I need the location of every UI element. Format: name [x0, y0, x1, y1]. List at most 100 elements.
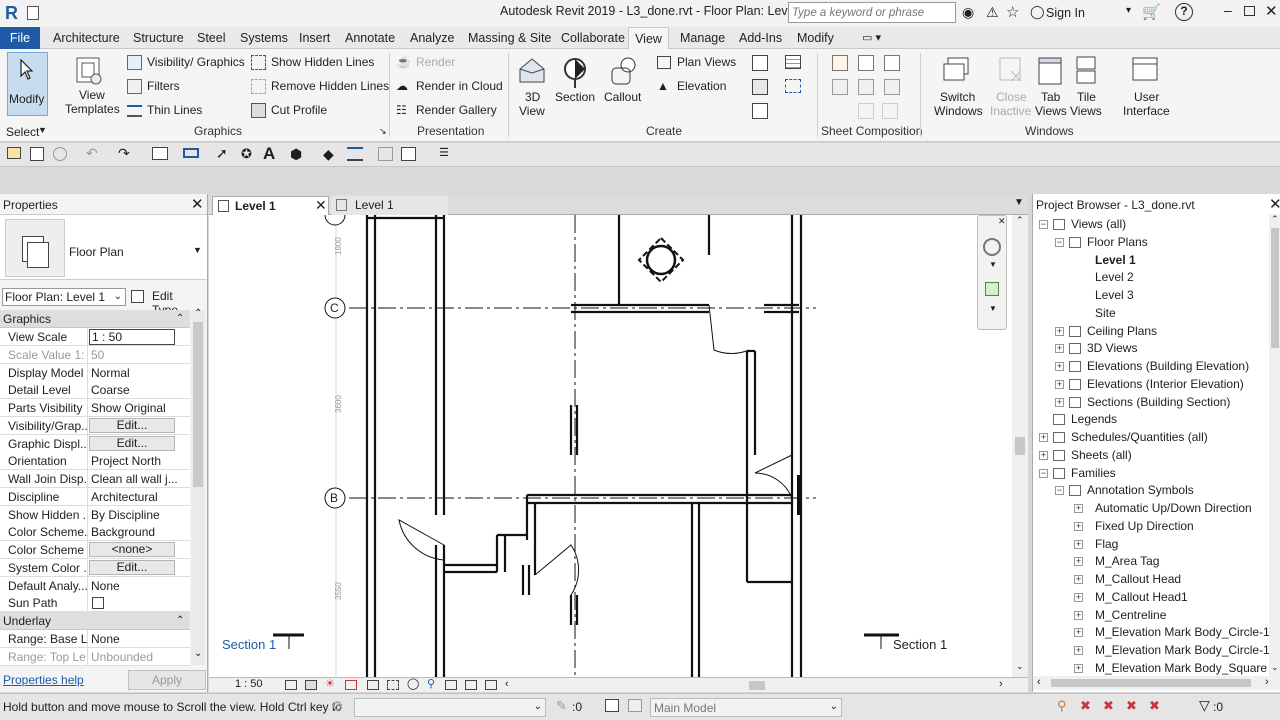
browser-item[interactable]: Automatic Up/Down Direction: [1095, 501, 1252, 515]
sign-in-link[interactable]: Sign In: [1046, 6, 1085, 20]
expand-icon[interactable]: +: [1039, 433, 1048, 442]
tile-views-button[interactable]: Tile Views: [1070, 52, 1102, 120]
property-value[interactable]: Normal: [89, 364, 189, 382]
collapse-icon[interactable]: −: [1039, 468, 1048, 478]
3d-view-button[interactable]: 3D View: [513, 52, 553, 120]
browser-item[interactable]: Views (all): [1071, 217, 1126, 231]
thin-lines-small-icon[interactable]: [347, 147, 363, 161]
switch-windows-button[interactable]: Switch Windows: [930, 52, 986, 120]
print-icon[interactable]: [152, 147, 168, 160]
property-row[interactable]: Detail Level Coarse: [0, 381, 190, 400]
visibility-graphics-button[interactable]: Visibility/ Graphics: [127, 55, 247, 71]
lock-3d-icon[interactable]: ◯: [407, 677, 419, 690]
property-row[interactable]: Orientation Project North: [0, 452, 190, 471]
nav-dropdown-icon[interactable]: ▼: [989, 304, 997, 313]
browser-item[interactable]: M_Area Tag: [1095, 554, 1159, 568]
expand-icon[interactable]: +: [1055, 379, 1064, 389]
property-value[interactable]: Unbounded: [89, 648, 189, 666]
modify-button[interactable]: Modify: [7, 52, 48, 116]
tab-views-button[interactable]: Tab Views: [1035, 52, 1067, 120]
guide-grid-button[interactable]: [858, 79, 874, 95]
property-row[interactable]: Discipline Architectural: [0, 487, 190, 506]
property-value[interactable]: None: [89, 577, 189, 595]
property-edit-button[interactable]: <none>: [89, 542, 175, 557]
text-icon[interactable]: A: [263, 144, 275, 164]
render-gallery-button[interactable]: ☷ Render Gallery: [396, 103, 506, 119]
expand-icon[interactable]: +: [1074, 539, 1083, 549]
tab-collaborate[interactable]: Collaborate: [561, 27, 625, 49]
drag-elements-icon[interactable]: ✖: [1149, 698, 1160, 714]
collapse-icon[interactable]: −: [1055, 237, 1064, 247]
scroll-up-icon[interactable]: ⌃: [1271, 214, 1279, 225]
close-hidden-icon[interactable]: [378, 147, 393, 161]
expand-icon[interactable]: +: [1074, 575, 1083, 584]
canvas-vscroll[interactable]: ⌃ ⌄: [1012, 215, 1028, 677]
hscroll-right-icon[interactable]: ›: [999, 678, 1003, 690]
browser-item[interactable]: Ceiling Plans: [1087, 324, 1157, 338]
title-block-button[interactable]: [884, 55, 900, 71]
highlight-displacement-icon[interactable]: [485, 680, 497, 690]
scroll-thumb[interactable]: [193, 322, 203, 487]
scroll-thumb[interactable]: [1271, 228, 1279, 348]
tab-manage[interactable]: Manage: [680, 27, 725, 49]
switch-windows-small-icon[interactable]: [401, 147, 416, 161]
close-nav-icon[interactable]: ✕: [998, 216, 1006, 227]
star-icon[interactable]: ☆: [1006, 3, 1019, 21]
select-by-face-icon[interactable]: ✖: [1126, 698, 1137, 714]
browser-item[interactable]: Legends: [1071, 412, 1117, 426]
browser-vscroll[interactable]: ⌃ ⌄: [1269, 214, 1280, 676]
elevation-button[interactable]: ▲ Elevation: [657, 79, 737, 95]
callout-button[interactable]: Callout: [602, 52, 646, 120]
duplicate-view-button[interactable]: [752, 79, 768, 95]
browser-item[interactable]: Sheets (all): [1071, 448, 1132, 462]
expand-icon[interactable]: +: [1074, 504, 1083, 513]
collapse-icon[interactable]: −: [1055, 486, 1064, 496]
viewports-button[interactable]: [882, 103, 898, 119]
browser-item[interactable]: 3D Views: [1087, 341, 1137, 355]
browser-item[interactable]: Fixed Up Direction: [1095, 519, 1194, 533]
ribbon-toggle-icon[interactable]: ▭ ▾: [862, 27, 881, 49]
steering-wheel-icon[interactable]: [983, 238, 1001, 256]
hscroll-thumb[interactable]: [1051, 679, 1251, 687]
property-row[interactable]: Scale Value 1: 50: [0, 345, 190, 364]
expand-icon[interactable]: +: [1055, 326, 1064, 336]
search-input[interactable]: [788, 2, 956, 23]
tab-architecture[interactable]: Architecture: [53, 27, 120, 49]
property-value[interactable]: Coarse: [89, 381, 189, 399]
browser-item[interactable]: Site: [1095, 306, 1116, 320]
property-value[interactable]: Background: [89, 523, 189, 541]
edit-type-button[interactable]: Edit Type: [131, 288, 201, 317]
section-label-right[interactable]: Section 1: [893, 637, 947, 652]
expand-icon[interactable]: +: [1074, 610, 1083, 620]
expand-icon[interactable]: +: [1055, 362, 1064, 371]
property-edit-button[interactable]: Edit...: [89, 435, 175, 451]
property-value[interactable]: 1 : 50: [89, 329, 175, 345]
close-window-icon[interactable]: ✕: [1265, 2, 1278, 20]
shadows-icon[interactable]: [345, 680, 357, 690]
communication-icon[interactable]: ⚠: [986, 4, 999, 21]
minimize-icon[interactable]: –: [1224, 2, 1232, 18]
hscroll-right-icon[interactable]: ›: [1265, 676, 1269, 688]
property-row[interactable]: Default Analy... None: [0, 576, 190, 595]
scroll-down-icon[interactable]: ⌄: [194, 648, 202, 659]
view-tabs-menu-icon[interactable]: ▼: [1014, 197, 1024, 208]
sheet-button[interactable]: [832, 55, 848, 71]
section-graphics[interactable]: Graphics ⌃: [0, 310, 190, 328]
browser-hscroll[interactable]: ‹ ›: [1033, 676, 1280, 690]
property-value[interactable]: Show Original: [89, 399, 189, 417]
browser-item[interactable]: Elevations (Building Elevation): [1087, 359, 1249, 373]
property-value[interactable]: Architectural: [89, 488, 189, 506]
expand-icon[interactable]: +: [1074, 646, 1083, 655]
design-options-icon[interactable]: [605, 699, 619, 712]
drafting-view-button[interactable]: [752, 55, 768, 71]
property-value[interactable]: By Discipline: [89, 506, 189, 524]
cut-profile-button[interactable]: Cut Profile: [251, 103, 341, 119]
open-icon[interactable]: [7, 147, 21, 159]
property-value[interactable]: None: [89, 630, 189, 648]
browser-item[interactable]: M_Elevation Mark Body_Square: [1095, 661, 1267, 675]
tab-file[interactable]: File: [0, 27, 40, 49]
select-dropdown[interactable]: Select: [6, 125, 39, 139]
close-tab-icon[interactable]: ✕: [315, 197, 327, 214]
property-edit-button[interactable]: Edit...: [89, 559, 175, 575]
customize-qat-icon[interactable]: ☰: [439, 146, 449, 159]
